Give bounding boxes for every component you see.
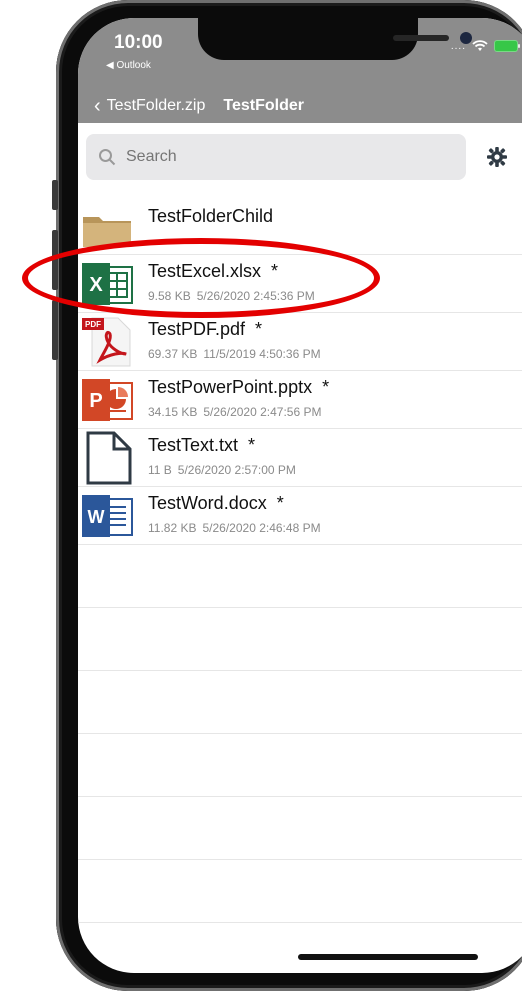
home-indicator[interactable] <box>298 954 478 960</box>
pdf-icon: PDF <box>80 317 134 367</box>
svg-text:P: P <box>89 390 102 412</box>
nav-title: TestFolder <box>223 97 304 114</box>
list-item[interactable]: P TestPowerPoint.pptx * 34.15 KB 5/26/2020… <box>78 371 522 429</box>
status-back-to-app[interactable]: ◀ Outlook <box>106 60 151 71</box>
word-icon: W <box>80 491 134 541</box>
file-meta: 11 B 5/26/2020 2:57:00 PM <box>148 463 296 477</box>
svg-text:PDF: PDF <box>85 320 101 329</box>
battery-icon <box>494 40 520 52</box>
empty-row <box>78 860 522 923</box>
speaker <box>393 35 449 41</box>
screen: 10:00 ◀ Outlook .... ‹ TestFolder.zip Te… <box>78 18 522 973</box>
search-icon <box>99 149 116 166</box>
empty-row <box>78 545 522 608</box>
list-item[interactable]: TestText.txt * 11 B 5/26/2020 2:57:00 PM <box>78 429 522 487</box>
file-name: TestPowerPoint.pptx * <box>148 377 330 397</box>
powerpoint-icon: P <box>80 375 134 425</box>
highlight-annotation <box>22 238 380 318</box>
back-button-label: TestFolder.zip <box>106 97 206 114</box>
file-name: TestPDF.pdf * <box>148 319 263 339</box>
file-meta: 11.82 KB 5/26/2020 2:46:48 PM <box>148 521 321 535</box>
list-item[interactable]: PDF TestPDF.pdf * 69.37 KB 11/5/2019 4:50:… <box>78 313 522 371</box>
file-meta: 34.15 KB 5/26/2020 2:47:56 PM <box>148 405 322 419</box>
status-time: 10:00 <box>114 32 163 53</box>
search-input[interactable] <box>124 147 428 167</box>
file-meta: 69.37 KB 11/5/2019 4:50:36 PM <box>148 347 321 361</box>
empty-row <box>78 797 522 860</box>
volume-down-button <box>52 300 58 360</box>
mute-switch <box>52 180 58 210</box>
notch <box>198 18 472 60</box>
file-name: TestText.txt * <box>148 435 256 455</box>
chevron-left-icon: ‹ <box>94 94 101 117</box>
nav-bar: ‹ TestFolder.zip TestFolder <box>78 93 522 119</box>
file-name: TestFolderChild <box>148 206 274 226</box>
empty-row <box>78 734 522 797</box>
signal-dots: .... <box>450 40 466 52</box>
empty-row <box>78 923 522 973</box>
empty-row <box>78 671 522 734</box>
list-item[interactable]: W TestWord.docx * 11.82 KB 5/26/2020 2:46:… <box>78 487 522 545</box>
file-name: TestWord.docx * <box>148 493 284 513</box>
svg-text:W: W <box>88 507 105 527</box>
gear-icon[interactable] <box>486 146 508 168</box>
text-file-icon <box>80 431 134 485</box>
empty-row <box>78 608 522 671</box>
status-icons: .... <box>450 40 520 52</box>
search-bar[interactable] <box>86 134 466 180</box>
back-button[interactable]: ‹ TestFolder.zip <box>94 95 205 118</box>
wifi-icon <box>472 40 488 51</box>
